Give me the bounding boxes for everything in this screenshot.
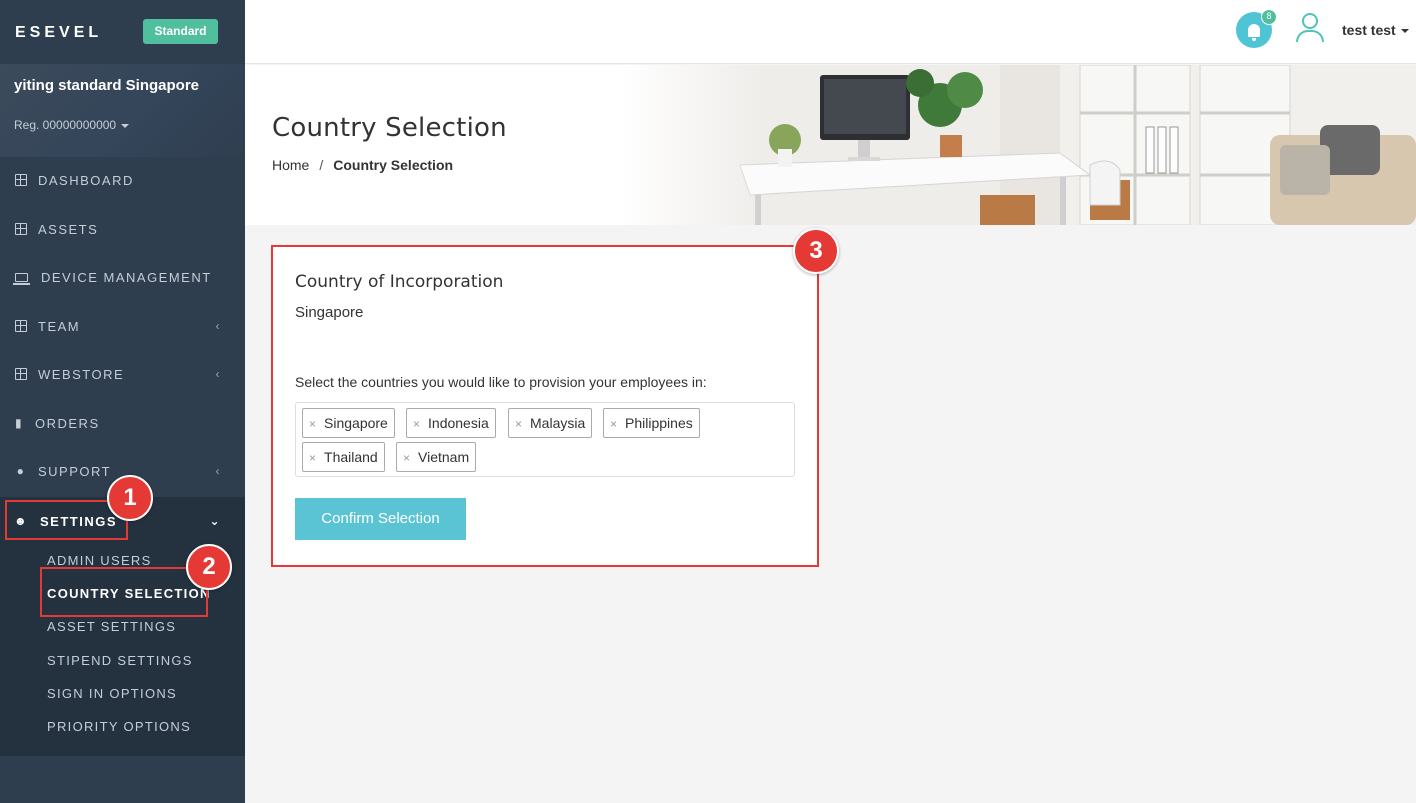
user-name: test test	[1342, 22, 1396, 38]
highlight-box-card	[271, 245, 819, 567]
breadcrumb-separator: /	[319, 157, 324, 173]
highlight-box-country-selection	[40, 567, 208, 617]
nav-assets-label: ASSETS	[38, 221, 99, 237]
sidebar: ESEVEL Standard yiting standard Singapor…	[0, 0, 245, 803]
breadcrumb-current: Country Selection	[333, 157, 454, 173]
logo[interactable]: ESEVEL	[15, 24, 102, 42]
company-switcher[interactable]: yiting standard Singapore Reg. 000000000…	[0, 64, 245, 157]
nav-team[interactable]: TEAM ‹	[0, 302, 245, 350]
nav-support-label: SUPPORT	[38, 463, 112, 479]
nav-orders[interactable]: ▮ ORDERS	[0, 399, 245, 447]
step-badge-1: 1	[107, 475, 153, 521]
topbar: 8 test test	[245, 0, 1416, 64]
chevron-down-icon: ⌄	[209, 514, 221, 528]
step-badge-3: 3	[793, 228, 839, 274]
grid-icon	[14, 319, 28, 333]
grid-icon	[14, 367, 28, 381]
chevron-left-icon: ‹	[215, 367, 221, 381]
sub-sign-in-options[interactable]: SIGN IN OPTIONS	[47, 684, 177, 704]
user-menu[interactable]: test test	[1342, 22, 1409, 38]
caret-down-icon	[121, 123, 130, 128]
nav-device-management[interactable]: DEVICE MANAGEMENT	[0, 253, 245, 301]
info-icon: ●	[16, 464, 26, 478]
nav-team-label: TEAM	[38, 318, 81, 334]
company-reg[interactable]: Reg. 00000000000	[14, 118, 130, 132]
breadcrumb-home[interactable]: Home	[272, 157, 309, 173]
notification-count: 8	[1261, 9, 1277, 25]
nav-webstore-label: WEBSTORE	[38, 366, 125, 382]
caret-down-icon	[1400, 29, 1409, 34]
sub-asset-settings[interactable]: ASSET SETTINGS	[47, 617, 176, 637]
step-badge-2: 2	[186, 544, 232, 590]
brand-bar: ESEVEL Standard	[0, 0, 245, 64]
chevron-left-icon: ‹	[215, 464, 221, 478]
grid-icon	[14, 222, 28, 236]
grid-icon	[14, 173, 28, 187]
nav-orders-label: ORDERS	[35, 415, 100, 431]
office-banner-image	[620, 65, 1416, 225]
laptop-icon	[12, 270, 30, 285]
file-icon: ▮	[14, 416, 24, 430]
plan-badge: Standard	[143, 19, 218, 44]
nav-dashboard-label: DASHBOARD	[38, 172, 134, 188]
breadcrumb: Home / Country Selection	[272, 157, 453, 173]
page-header: Country Selection Home / Country Selection	[245, 65, 1416, 225]
nav-webstore[interactable]: WEBSTORE ‹	[0, 350, 245, 398]
sub-priority-options[interactable]: PRIORITY OPTIONS	[47, 717, 191, 737]
nav-device-management-label: DEVICE MANAGEMENT	[41, 269, 212, 285]
company-reg-text: Reg. 00000000000	[14, 118, 117, 132]
nav-dashboard[interactable]: DASHBOARD	[0, 156, 245, 204]
bell-icon	[1248, 23, 1260, 41]
page-title: Country Selection	[272, 113, 507, 143]
company-name: yiting standard Singapore	[14, 77, 200, 94]
chevron-left-icon: ‹	[215, 319, 221, 333]
user-avatar-icon[interactable]	[1295, 13, 1325, 43]
nav-assets[interactable]: ASSETS	[0, 205, 245, 253]
sub-stipend-settings[interactable]: STIPEND SETTINGS	[47, 651, 193, 671]
